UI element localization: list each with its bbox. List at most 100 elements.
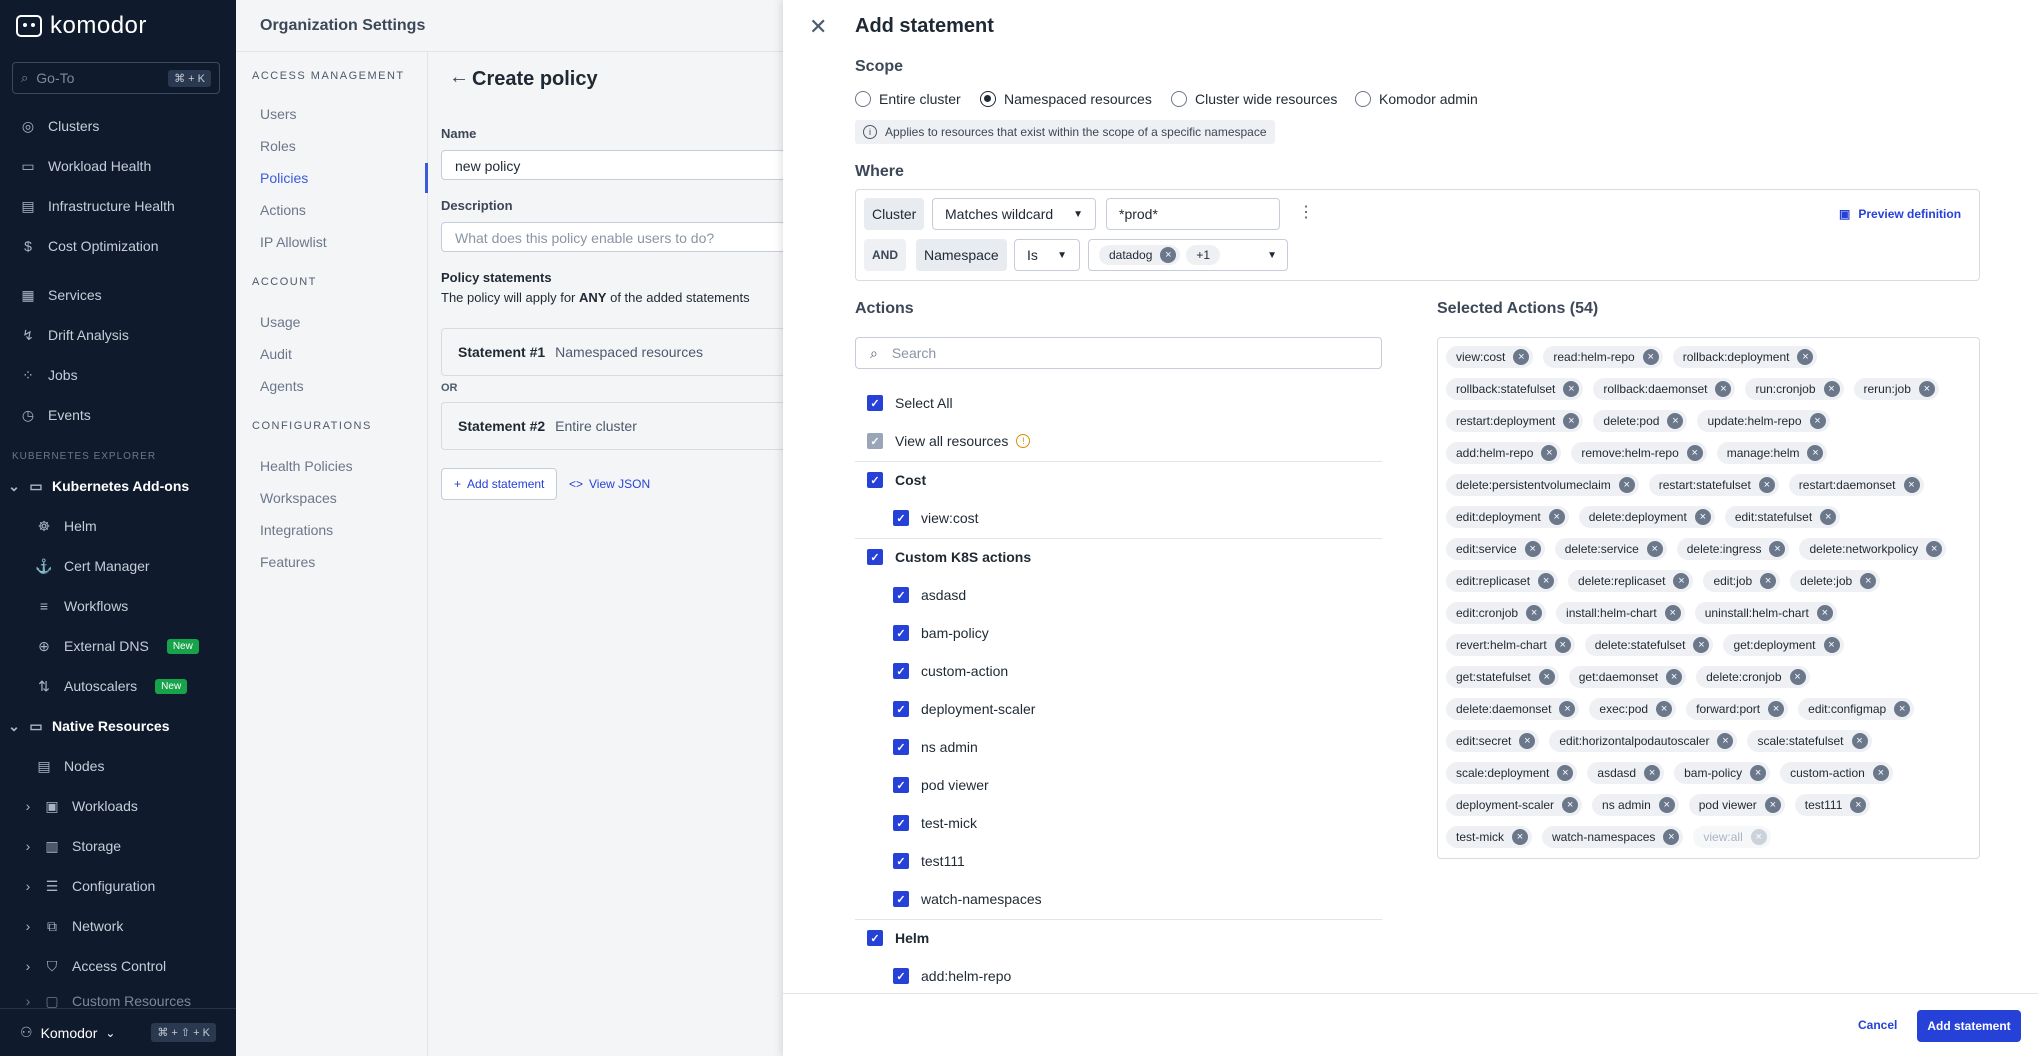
selected-action-chip[interactable]: delete:job × — [1790, 570, 1881, 592]
selected-action-chip[interactable]: delete:networkpolicy × — [1799, 538, 1947, 560]
radio-namespaced-resources[interactable]: Namespaced resources — [980, 91, 1152, 107]
selected-action-chip[interactable]: delete:statefulset × — [1584, 634, 1714, 656]
action-checkbox[interactable]: ✓ watch-namespaces — [893, 891, 1042, 907]
statement-card[interactable]: Statement #2 Entire cluster — [441, 402, 841, 450]
sidebar-item-drift-analysis[interactable]: ↯ Drift Analysis — [0, 319, 236, 351]
selected-action-chip[interactable]: get:statefulset × — [1446, 666, 1559, 688]
remove-chip-icon[interactable]: × — [1789, 669, 1806, 685]
selected-action-chip[interactable]: test111 × — [1794, 794, 1871, 816]
subnav-actions[interactable]: Actions — [260, 202, 306, 218]
namespace-chip[interactable]: datadog × — [1099, 245, 1181, 265]
remove-chip-icon[interactable]: × — [1816, 605, 1833, 621]
selected-action-chip[interactable]: delete:cronjob × — [1696, 666, 1810, 688]
remove-chip-icon[interactable]: × — [1823, 637, 1840, 653]
namespace-more-chip[interactable]: +1 — [1186, 245, 1221, 265]
remove-chip-icon[interactable]: × — [1618, 477, 1635, 493]
close-icon[interactable]: × — [1160, 247, 1177, 263]
remove-chip-icon[interactable]: × — [1750, 829, 1767, 845]
remove-chip-icon[interactable]: × — [1663, 829, 1680, 845]
statement-card[interactable]: Statement #1 Namespaced resources — [441, 328, 841, 376]
group-checkbox-cost[interactable]: ✓ Cost — [867, 472, 926, 488]
selected-action-chip[interactable]: restart:deployment × — [1446, 410, 1584, 432]
action-checkbox[interactable]: ✓ pod viewer — [893, 777, 989, 793]
selected-action-chip[interactable]: exec:pod × — [1589, 698, 1677, 720]
view-all-resources-checkbox[interactable]: ✓ View all resources! — [867, 433, 1031, 449]
remove-chip-icon[interactable]: × — [1656, 701, 1673, 717]
selected-action-chip[interactable]: get:daemonset × — [1568, 666, 1687, 688]
selected-action-chip[interactable]: edit:replicaset × — [1446, 570, 1559, 592]
remove-chip-icon[interactable]: × — [1823, 381, 1840, 397]
selected-action-chip[interactable]: edit:deployment × — [1446, 506, 1569, 528]
sidebar-item-infrastructure-health[interactable]: ▤ Infrastructure Health — [0, 190, 236, 222]
action-checkbox[interactable]: ✓ asdasd — [893, 587, 966, 603]
group-checkbox-helm[interactable]: ✓ Helm — [867, 930, 929, 946]
remove-chip-icon[interactable]: × — [1562, 797, 1579, 813]
subnav-features[interactable]: Features — [260, 554, 315, 570]
remove-chip-icon[interactable]: × — [1894, 701, 1911, 717]
selected-action-chip[interactable]: edit:cronjob × — [1446, 602, 1547, 624]
subnav-usage[interactable]: Usage — [260, 314, 300, 330]
selected-action-chip[interactable]: read:helm-repo × — [1543, 346, 1663, 368]
remove-chip-icon[interactable]: × — [1807, 445, 1824, 461]
selected-action-chip[interactable]: delete:persistentvolumeclaim × — [1446, 474, 1639, 496]
sidebar-item-configuration[interactable]: › ☰ Configuration — [0, 870, 236, 902]
remove-chip-icon[interactable]: × — [1750, 765, 1767, 781]
remove-chip-icon[interactable]: × — [1926, 541, 1943, 557]
preview-definition-button[interactable]: ▣ Preview definition — [1839, 207, 1961, 221]
selected-action-chip[interactable]: delete:service × — [1554, 538, 1667, 560]
sidebar-item-nodes[interactable]: ▤ Nodes — [0, 750, 236, 782]
sidebar-item-cost-optimization[interactable]: $ Cost Optimization — [0, 230, 236, 262]
sidebar-item-workflows[interactable]: ≡ Workflows — [0, 590, 236, 622]
action-checkbox[interactable]: ✓ view:cost — [893, 510, 979, 526]
selected-action-chip[interactable]: forward:port × — [1686, 698, 1789, 720]
goto-search[interactable]: ⌕ Go-To ⌘ + K — [12, 62, 220, 94]
remove-chip-icon[interactable]: × — [1513, 349, 1530, 365]
back-arrow-icon[interactable]: ← — [449, 66, 469, 89]
subnav-ip-allowlist[interactable]: IP Allowlist — [260, 234, 327, 250]
action-checkbox[interactable]: ✓ custom-action — [893, 663, 1008, 679]
selected-action-chip[interactable]: edit:statefulset × — [1724, 506, 1841, 528]
selected-action-chip[interactable]: manage:helm × — [1716, 442, 1828, 464]
selected-action-chip[interactable]: update:helm-repo × — [1697, 410, 1830, 432]
selected-action-chip[interactable]: pod viewer × — [1688, 794, 1785, 816]
sidebar-item-helm[interactable]: ☸ Helm — [0, 510, 236, 542]
selected-action-chip[interactable]: rollback:statefulset × — [1446, 378, 1584, 400]
sidebar-item-cert-manager[interactable]: ⚓ Cert Manager — [0, 550, 236, 582]
selected-action-chip[interactable]: edit:job × — [1703, 570, 1781, 592]
remove-chip-icon[interactable]: × — [1519, 733, 1536, 749]
selected-action-chip[interactable]: view:all × — [1693, 826, 1771, 848]
selected-action-chip[interactable]: restart:daemonset × — [1788, 474, 1924, 496]
selected-action-chip[interactable]: delete:deployment × — [1578, 506, 1715, 528]
subnav-integrations[interactable]: Integrations — [260, 522, 333, 538]
remove-chip-icon[interactable]: × — [1658, 797, 1675, 813]
sidebar-item-events[interactable]: ◷ Events — [0, 399, 236, 431]
cancel-button[interactable]: Cancel — [1858, 1018, 1897, 1032]
radio-komodor-admin[interactable]: Komodor admin — [1355, 91, 1478, 107]
subnav-users[interactable]: Users — [260, 106, 297, 122]
selected-action-chip[interactable]: edit:configmap × — [1798, 698, 1915, 720]
remove-chip-icon[interactable]: × — [1768, 701, 1785, 717]
selected-action-chip[interactable]: rollback:deployment × — [1672, 346, 1818, 368]
action-checkbox[interactable]: ✓ ns admin — [893, 739, 978, 755]
remove-chip-icon[interactable]: × — [1851, 733, 1868, 749]
remove-chip-icon[interactable]: × — [1526, 605, 1543, 621]
close-icon[interactable]: ✕ — [809, 14, 827, 40]
remove-chip-icon[interactable]: × — [1760, 573, 1777, 589]
selected-action-chip[interactable]: add:helm-repo × — [1446, 442, 1562, 464]
selected-action-chip[interactable]: delete:daemonset × — [1446, 698, 1580, 720]
namespace-values-select[interactable]: datadog × +1 ▼ — [1088, 239, 1288, 271]
add-statement-submit-button[interactable]: Add statement — [1917, 1010, 2021, 1042]
sidebar-item-access-control[interactable]: › ⛉ Access Control — [0, 950, 236, 982]
add-statement-button[interactable]: + Add statement — [441, 468, 558, 500]
remove-chip-icon[interactable]: × — [1646, 541, 1663, 557]
subnav-policies[interactable]: Policies — [260, 170, 308, 186]
cluster-value-input[interactable]: *prod* — [1106, 198, 1280, 230]
remove-chip-icon[interactable]: × — [1666, 669, 1683, 685]
selected-action-chip[interactable]: scale:deployment × — [1446, 762, 1578, 784]
selected-action-chip[interactable]: revert:helm-chart × — [1446, 634, 1575, 656]
selected-action-chip[interactable]: deployment-scaler × — [1446, 794, 1583, 816]
remove-chip-icon[interactable]: × — [1809, 413, 1826, 429]
selected-action-chip[interactable]: test-mick × — [1446, 826, 1532, 848]
actions-search-input[interactable]: ⌕ Search — [855, 337, 1382, 369]
remove-chip-icon[interactable]: × — [1664, 605, 1681, 621]
